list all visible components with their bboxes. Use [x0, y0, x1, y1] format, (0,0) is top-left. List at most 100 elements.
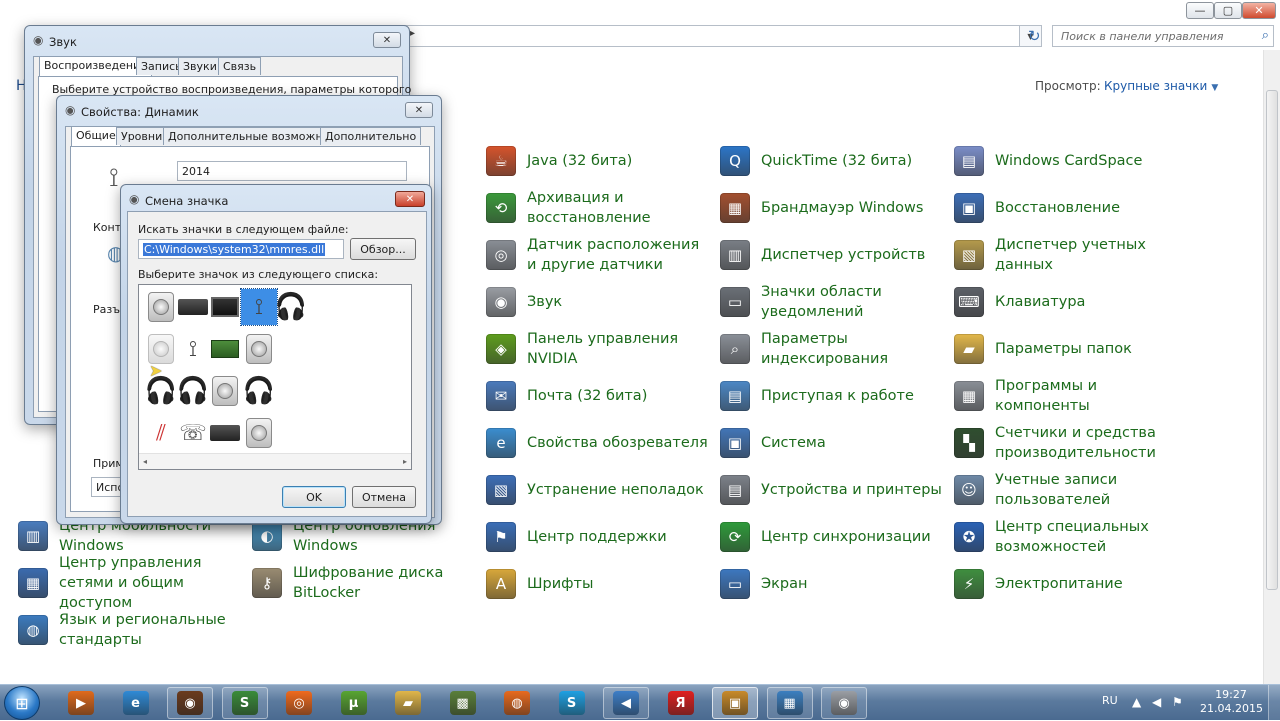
cp-item-troubleshoot[interactable]: ▧ Устранение неполадок [486, 468, 712, 512]
cp-item-mail[interactable]: ✉ Почта (32 бита) [486, 374, 712, 418]
cp-item-devices[interactable]: ▤ Устройства и принтеры [720, 468, 946, 512]
rca-cables-icon[interactable]: ⫽ [143, 415, 179, 451]
device-name-field[interactable]: 2014 [177, 161, 407, 181]
cp-item-nvidia[interactable]: ◈ Панель управления NVIDIA [486, 327, 712, 371]
icon-list[interactable]: ⟟ 🎧 ⟟ 🎧 🎧 🎧 ⫽ ☏ ◂ ▸ [138, 284, 412, 470]
taskbar-utorrent[interactable]: µ [331, 687, 377, 719]
cp-item-network[interactable]: ▦ Центр управления сетями и общим доступо… [18, 555, 244, 611]
cp-item-sound[interactable]: ◉ Звук [486, 280, 712, 324]
refresh-icon[interactable]: ↻ [1028, 27, 1041, 45]
taskbar-skype[interactable]: S [549, 687, 595, 719]
speaker-icon[interactable] [241, 415, 277, 451]
sound-card-icon[interactable] [207, 331, 243, 367]
taskbar-media-player[interactable]: ▶ [58, 687, 104, 719]
tab-levels[interactable]: Уровни [116, 127, 168, 145]
tab-advanced[interactable]: Дополнительно [320, 127, 422, 145]
cp-item-location[interactable]: ◎ Датчик расположения и другие датчики [486, 233, 712, 277]
cp-item-ieoptions[interactable]: e Свойства обозревателя [486, 421, 712, 465]
cp-item-indexing[interactable]: ⌕ Параметры индексирования [720, 327, 946, 371]
cp-item-power[interactable]: ⚡ Электропитание [954, 562, 1180, 606]
receiver-icon[interactable] [175, 289, 211, 325]
taskbar-screen-recorder[interactable]: ▣ [712, 687, 758, 719]
cp-item-fonts[interactable]: A Шрифты [486, 562, 712, 606]
cp-item-accounts[interactable]: ☺ Учетные записи пользователей [954, 468, 1180, 512]
rca-cables-glyph: ⫽ [156, 420, 166, 446]
browse-button[interactable]: Обзор... [350, 238, 416, 260]
microphone-icon[interactable]: ⟟ [175, 331, 211, 367]
taskbar-origin[interactable]: ◎ [276, 687, 322, 719]
tab-sounds[interactable]: Звуки [178, 57, 222, 75]
cancel-button[interactable]: Отмена [352, 486, 416, 508]
speaker-icon[interactable] [143, 289, 179, 325]
taskbar-speaker-app[interactable]: ◉ [821, 687, 867, 719]
search-input[interactable]: Поиск в панели управления ⌕ [1052, 25, 1274, 47]
cp-item-recovery[interactable]: ▣ Восстановление [954, 186, 1180, 230]
icon-file-field[interactable]: C:\Windows\system32\mmres.dll [138, 239, 344, 259]
scroll-left-icon[interactable]: ◂ [143, 457, 147, 466]
show-hidden-icons-icon[interactable]: ▲ [1132, 695, 1141, 709]
cp-item-display[interactable]: ▭ Экран [720, 562, 946, 606]
tab-general[interactable]: Общие [71, 126, 121, 147]
scroll-right-icon[interactable]: ▸ [403, 457, 407, 466]
headphones-icon[interactable]: 🎧 [175, 373, 211, 409]
cp-item-system[interactable]: ▣ Система [720, 421, 946, 465]
language-indicator[interactable]: RU [1102, 694, 1118, 707]
cp-item-bitlocker[interactable]: ⚷ Шифрование диска BitLocker [252, 561, 478, 605]
monitor-icon[interactable] [207, 289, 243, 325]
ok-button[interactable]: OK [282, 486, 346, 508]
cp-item-access[interactable]: ✪ Центр специальных возможностей [954, 515, 1180, 559]
scrollbar-thumb[interactable] [1266, 90, 1278, 590]
cp-item-folders[interactable]: ▰ Параметры папок [954, 327, 1180, 371]
headphones-icon[interactable]: 🎧 [241, 373, 277, 409]
minimize-button[interactable]: — [1186, 2, 1214, 19]
taskbar-sims-game[interactable]: S [221, 687, 268, 719]
webcam-icon[interactable] [207, 415, 243, 451]
taskbar-explorer[interactable]: ▰ [385, 687, 431, 719]
chevron-right-icon[interactable]: ▸ [410, 28, 415, 39]
start-button[interactable]: ⊞ [4, 686, 40, 720]
cp-item-label: QuickTime (32 бита) [761, 153, 913, 169]
headphones-icon[interactable]: 🎧 [273, 289, 309, 325]
cp-item-backup[interactable]: ⟲ Архивация и восстановление [486, 186, 712, 230]
taskbar-yandex-browser[interactable]: Я [658, 687, 704, 719]
telephone-handset-icon[interactable]: ☏ [175, 415, 211, 451]
taskbar-internet-explorer[interactable]: e [113, 687, 159, 719]
cp-item-action[interactable]: ⚑ Центр поддержки [486, 515, 712, 559]
cp-item-keyboard[interactable]: ⌨ Клавиатура [954, 280, 1180, 324]
cp-item-tray[interactable]: ▭ Значки области уведомлений [720, 280, 946, 324]
change-icon-close-button[interactable]: ✕ [395, 191, 425, 207]
tab-communications[interactable]: Связь [218, 57, 262, 75]
close-button[interactable]: ✕ [1242, 2, 1276, 19]
clock[interactable]: 19:27 21.04.2015 [1200, 688, 1263, 716]
speaker-icon[interactable] [241, 331, 277, 367]
speaker-properties-close-button[interactable]: ✕ [405, 102, 433, 118]
microphone-stand-icon[interactable]: ⟟ [240, 288, 278, 326]
cp-item-sync[interactable]: ⟳ Центр синхронизации [720, 515, 946, 559]
cp-item-cardspace[interactable]: ▤ Windows CardSpace [954, 139, 1180, 183]
cp-item-firewall[interactable]: ▦ Брандмауэр Windows [720, 186, 946, 230]
cp-item-quicktime[interactable]: Q QuickTime (32 бита) [720, 139, 946, 183]
cp-item-region[interactable]: ◍ Язык и региональные стандарты [18, 608, 244, 652]
sound-dialog-close-button[interactable]: ✕ [373, 32, 401, 48]
view-mode-dropdown[interactable]: Крупные значки ▼ [1104, 79, 1218, 93]
cp-item-credmgr[interactable]: ▧ Диспетчер учетных данных [954, 233, 1180, 277]
taskbar-five-nights-game[interactable]: ◉ [167, 687, 213, 719]
address-field[interactable] [400, 25, 1020, 47]
vertical-scrollbar[interactable] [1263, 50, 1280, 684]
cp-item-java[interactable]: ☕ Java (32 бита) [486, 139, 712, 183]
cp-item-perf[interactable]: ▚ Счетчики и средства производительности [954, 421, 1180, 465]
speaker-icon[interactable] [207, 373, 243, 409]
flag-icon[interactable]: ⚑ [1172, 695, 1183, 709]
show-desktop-button[interactable] [1268, 685, 1280, 721]
cp-item-programs[interactable]: ▦ Программы и компоненты [954, 374, 1180, 418]
volume-icon[interactable]: ◀ [1152, 695, 1161, 709]
taskbar-firefox[interactable]: ◍ [494, 687, 540, 719]
taskbar-minecraft[interactable]: ▩ [440, 687, 486, 719]
cp-item-devmgr[interactable]: ▥ Диспетчер устройств [720, 233, 946, 277]
maximize-button[interactable]: ▢ [1214, 2, 1242, 19]
horizontal-scrollbar[interactable]: ◂ ▸ [139, 453, 411, 469]
search-icon[interactable]: ⌕ [1262, 28, 1269, 43]
taskbar-control-panel[interactable]: ▦ [766, 687, 813, 719]
taskbar-sound-app[interactable]: ◀ [603, 687, 649, 719]
cp-item-getstarted[interactable]: ▤ Приступая к работе [720, 374, 946, 418]
